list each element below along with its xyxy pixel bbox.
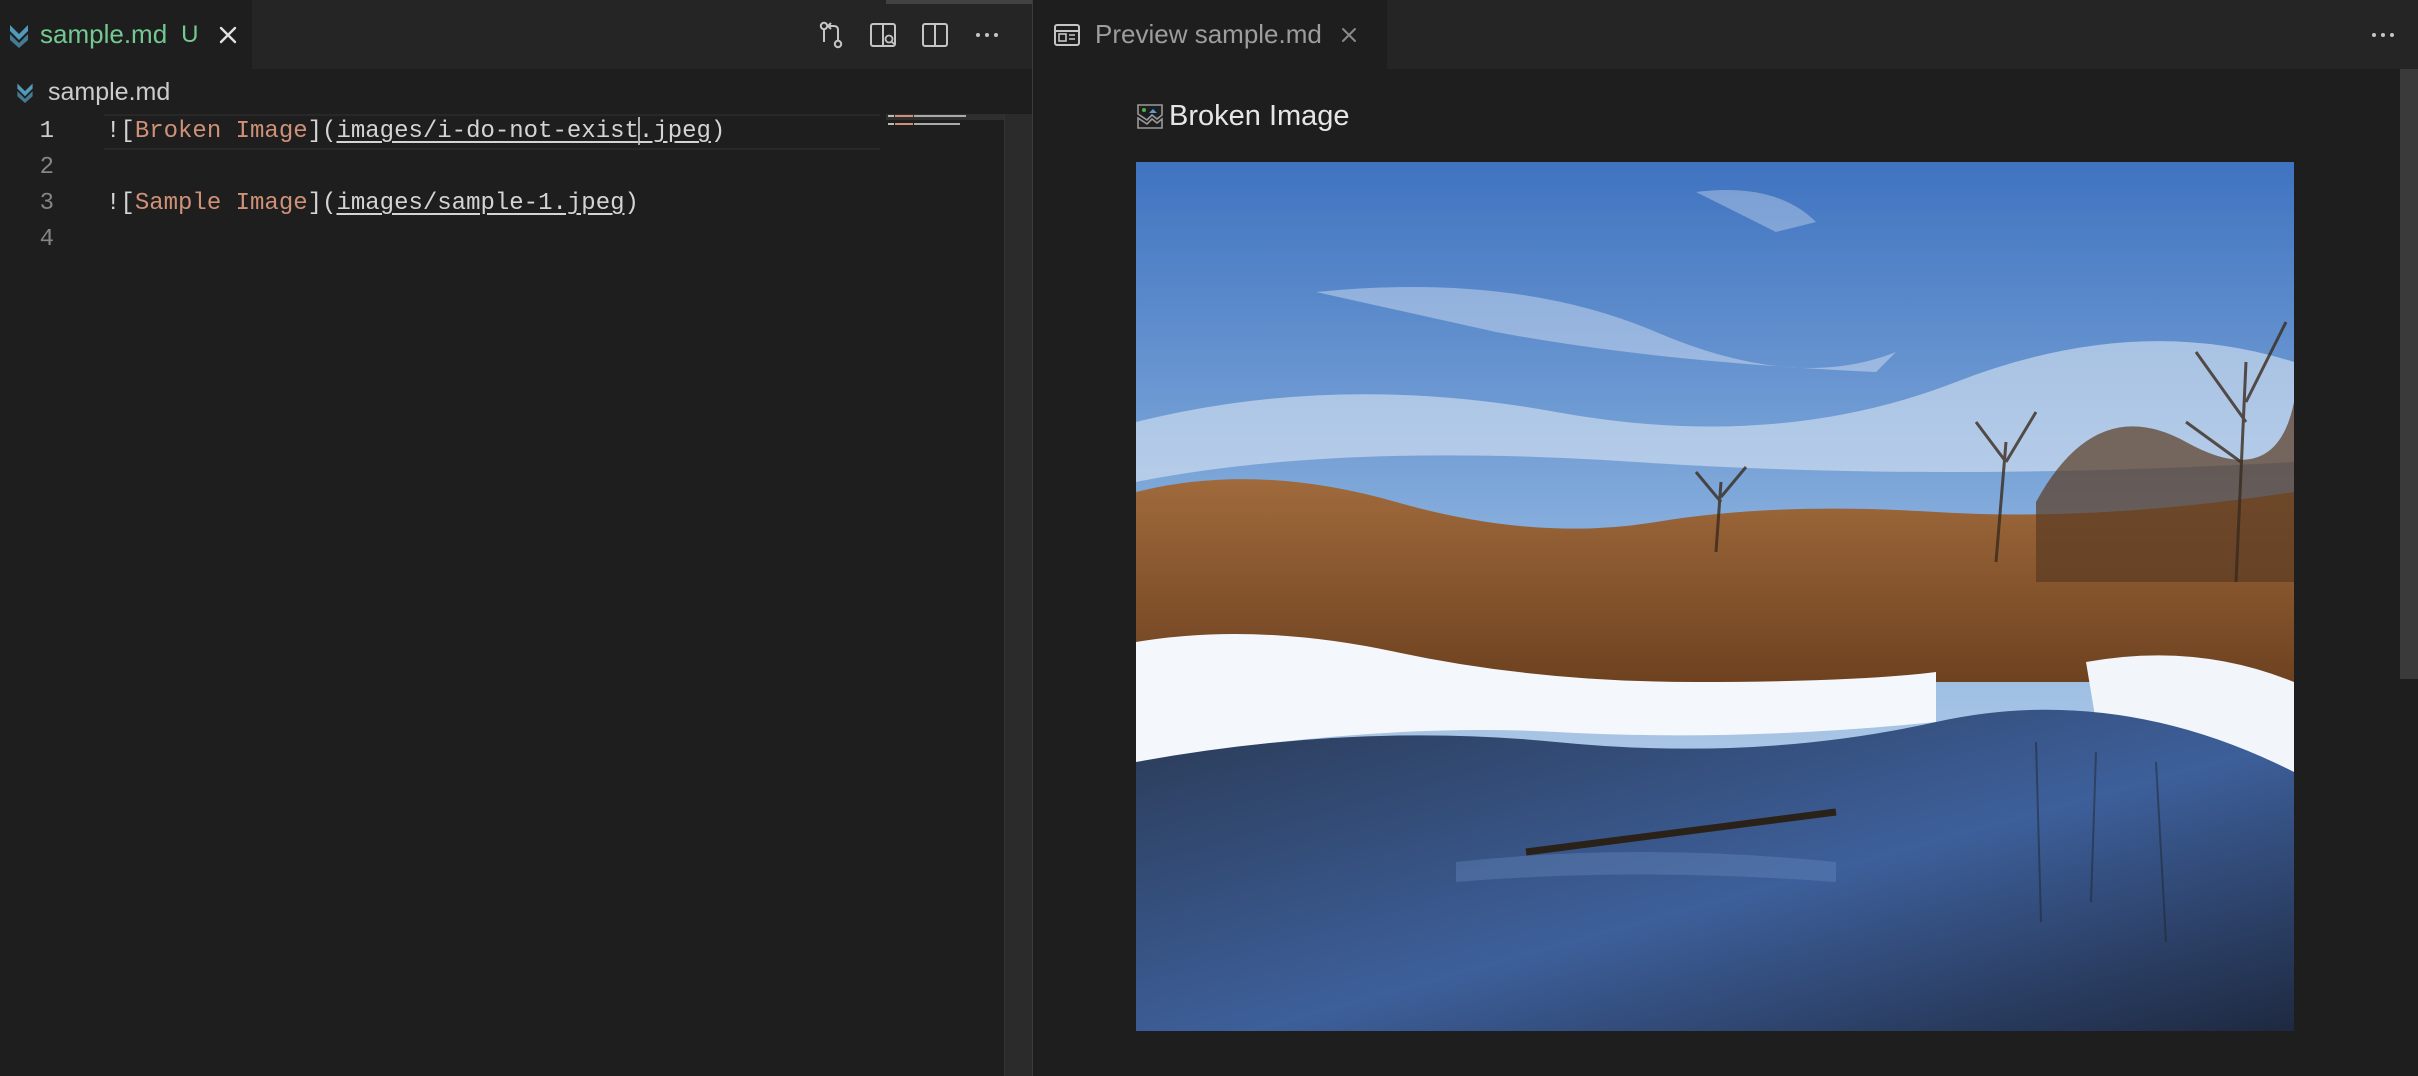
editor-tab-bar: sample.md U xyxy=(0,0,1032,69)
code-line-content: ![Broken Image](images/i-do-not-exist.jp… xyxy=(106,114,725,150)
line-number: 4 xyxy=(39,226,54,253)
preview-pane: Preview sample.md Broken Image xyxy=(1033,0,2418,1076)
broken-image-alt-text: Broken Image xyxy=(1169,99,1350,132)
markdown-preview[interactable]: Broken Image xyxy=(1033,69,2418,1076)
link-url-part: images/i-do-not-exist xyxy=(336,118,639,145)
syntax-token: ![ xyxy=(106,118,135,145)
editor-tab[interactable]: sample.md U xyxy=(0,0,252,69)
alt-text-token: Sample Image xyxy=(134,190,308,217)
link-url-part: .jpeg xyxy=(638,118,711,145)
close-icon[interactable] xyxy=(1338,24,1360,46)
code-line-1[interactable]: 1 ![Broken Image](images/i-do-not-exist.… xyxy=(0,114,900,150)
syntax-token: ) xyxy=(710,118,726,145)
more-actions-button[interactable] xyxy=(2366,18,2400,52)
preview-actions xyxy=(2348,0,2400,69)
open-preview-to-side-button[interactable] xyxy=(866,18,900,52)
broken-image-icon xyxy=(1137,104,1163,129)
untracked-status-badge: U xyxy=(181,20,199,48)
preview-tab-bar: Preview sample.md xyxy=(1033,0,2418,69)
editor-actions xyxy=(796,0,1004,69)
broken-image: Broken Image xyxy=(1135,99,1350,133)
syntax-token: ) xyxy=(624,190,639,217)
editor-pane: sample.md U sample.md 1 ![Broken Image](… xyxy=(0,0,1032,1076)
scrollbar-shadow xyxy=(886,0,1032,4)
split-editor-button[interactable] xyxy=(918,18,952,52)
markdown-icon xyxy=(17,83,33,103)
code-line-content: ![Sample Image](images/sample-1.jpeg) xyxy=(106,186,639,222)
open-changes-icon xyxy=(819,21,843,48)
syntax-token: ![ xyxy=(106,190,135,217)
editor-tab-title: sample.md xyxy=(40,19,168,49)
alt-text-token: Broken Image xyxy=(134,118,308,145)
open-changes-button[interactable] xyxy=(814,18,848,52)
close-icon[interactable] xyxy=(217,24,239,46)
code-line-2[interactable]: 2 xyxy=(0,150,900,186)
preview-tab[interactable]: Preview sample.md xyxy=(1033,0,1387,69)
breadcrumb-file-label: sample.md xyxy=(48,77,171,106)
more-actions-icon xyxy=(976,32,998,37)
line-number: 1 xyxy=(39,118,54,145)
preview-scrollbar[interactable] xyxy=(2400,69,2418,679)
code-line-4[interactable]: 4 xyxy=(0,222,900,258)
markdown-icon xyxy=(10,24,28,48)
code-line-3[interactable]: 3 ![Sample Image](images/sample-1.jpeg) xyxy=(0,186,900,222)
more-actions-icon xyxy=(2372,32,2394,37)
line-number: 3 xyxy=(39,190,54,217)
editor-scrollbar[interactable] xyxy=(1004,114,1032,1076)
link-url[interactable]: images/i-do-not-exist.jpeg xyxy=(336,116,711,145)
preview-icon xyxy=(1054,23,1080,46)
minimap[interactable] xyxy=(886,112,1004,232)
more-actions-button[interactable] xyxy=(970,18,1004,52)
syntax-token: ]( xyxy=(307,190,337,217)
line-number: 2 xyxy=(39,154,54,181)
code-editor[interactable]: 1 ![Broken Image](images/i-do-not-exist.… xyxy=(0,112,1032,1076)
split-editor-icon xyxy=(922,22,948,47)
open-preview-to-side-icon xyxy=(870,22,896,47)
preview-tab-title: Preview sample.md xyxy=(1095,19,1322,49)
syntax-token: ]( xyxy=(307,118,337,145)
sample-image xyxy=(1136,162,2294,1031)
breadcrumb[interactable]: sample.md xyxy=(0,70,170,114)
link-url[interactable]: images/sample-1.jpeg xyxy=(336,190,624,217)
